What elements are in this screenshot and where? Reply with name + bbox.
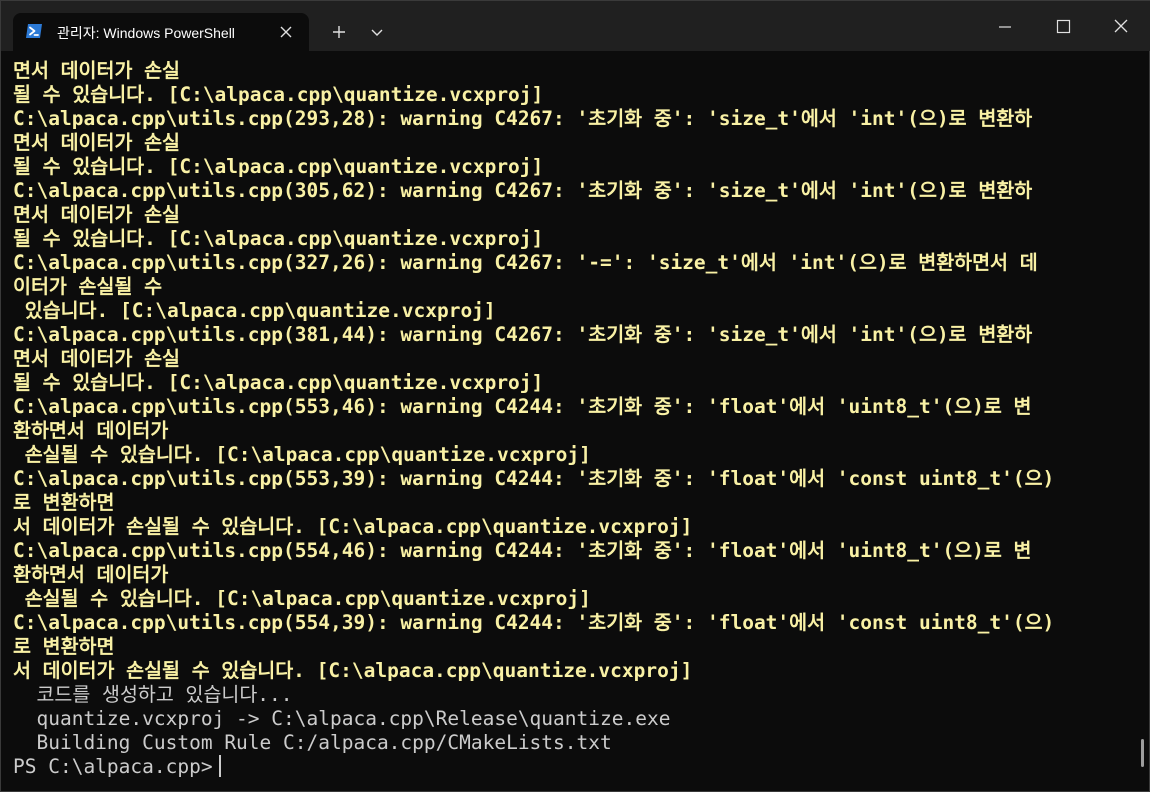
- warning-line: 서 데이터가 손실될 수 있습니다. [C:\alpaca.cpp\quanti…: [13, 659, 693, 682]
- warning-line: 될 수 있습니다. [C:\alpaca.cpp\quantize.vcxpro…: [13, 83, 544, 106]
- powershell-icon: [26, 24, 42, 38]
- warning-line: 면서 데이터가 손실: [13, 59, 181, 82]
- warning-line: 면서 데이터가 손실: [13, 131, 181, 154]
- output-line: quantize.vcxproj -> C:\alpaca.cpp\Releas…: [13, 707, 671, 730]
- warning-line: 될 수 있습니다. [C:\alpaca.cpp\quantize.vcxpro…: [13, 371, 544, 394]
- tab-powershell[interactable]: 관리자: Windows PowerShell: [13, 13, 309, 51]
- prompt-text: PS C:\alpaca.cpp>: [13, 755, 213, 778]
- warning-line: 면서 데이터가 손실: [13, 203, 181, 226]
- output-line: Building Custom Rule C:/alpaca.cpp/CMake…: [13, 731, 612, 754]
- warning-line: C:\alpaca.cpp\utils.cpp(381,44): warning…: [13, 323, 1033, 346]
- warning-line: 될 수 있습니다. [C:\alpaca.cpp\quantize.vcxpro…: [13, 155, 544, 178]
- warning-line: 면서 데이터가 손실: [13, 347, 181, 370]
- warning-line: 손실될 수 있습니다. [C:\alpaca.cpp\quantize.vcxp…: [13, 443, 591, 466]
- text-cursor: [218, 755, 221, 777]
- warning-line: 있습니다. [C:\alpaca.cpp\quantize.vcxproj]: [13, 299, 496, 322]
- warning-line: C:\alpaca.cpp\utils.cpp(293,28): warning…: [13, 107, 1033, 130]
- chevron-down-icon[interactable]: [365, 19, 389, 45]
- warning-line: 로 변환하면: [13, 491, 115, 514]
- warning-line: 환하면서 데이터가: [13, 563, 169, 586]
- close-tab-icon[interactable]: [275, 22, 297, 42]
- warning-line: 환하면서 데이터가: [13, 419, 169, 442]
- scrollbar[interactable]: [1141, 739, 1144, 767]
- terminal-output[interactable]: 면서 데이터가 손실 될 수 있습니다. [C:\alpaca.cpp\quant…: [13, 59, 1128, 789]
- warning-line: 손실될 수 있습니다. [C:\alpaca.cpp\quantize.vcxp…: [13, 587, 591, 610]
- tab-title: 관리자: Windows PowerShell: [57, 25, 235, 41]
- output-line: 코드를 생성하고 있습니다...: [13, 683, 293, 706]
- warning-line: 이터가 손실될 수: [13, 275, 163, 298]
- close-icon[interactable]: [1109, 19, 1133, 45]
- warning-line: 서 데이터가 손실될 수 있습니다. [C:\alpaca.cpp\quanti…: [13, 515, 693, 538]
- warning-line: C:\alpaca.cpp\utils.cpp(554,39): warning…: [13, 611, 1055, 634]
- minimize-icon[interactable]: [993, 19, 1017, 45]
- maximize-icon[interactable]: [1051, 19, 1075, 45]
- warning-line: C:\alpaca.cpp\utils.cpp(554,46): warning…: [13, 539, 1032, 562]
- warning-line: 될 수 있습니다. [C:\alpaca.cpp\quantize.vcxpro…: [13, 227, 544, 250]
- terminal-window: 관리자: Windows PowerShell 면서 데이터가 손실 될 수 있습…: [0, 0, 1150, 792]
- plus-icon[interactable]: [325, 19, 353, 45]
- title-bar[interactable]: 관리자: Windows PowerShell: [1, 1, 1150, 51]
- prompt-line[interactable]: PS C:\alpaca.cpp>: [13, 755, 1128, 779]
- warning-line: C:\alpaca.cpp\utils.cpp(305,62): warning…: [13, 179, 1033, 202]
- warning-line: 로 변환하면: [13, 635, 115, 658]
- warning-line: C:\alpaca.cpp\utils.cpp(553,46): warning…: [13, 395, 1032, 418]
- warning-line: C:\alpaca.cpp\utils.cpp(553,39): warning…: [13, 467, 1055, 490]
- warning-line: C:\alpaca.cpp\utils.cpp(327,26): warning…: [13, 251, 1038, 274]
